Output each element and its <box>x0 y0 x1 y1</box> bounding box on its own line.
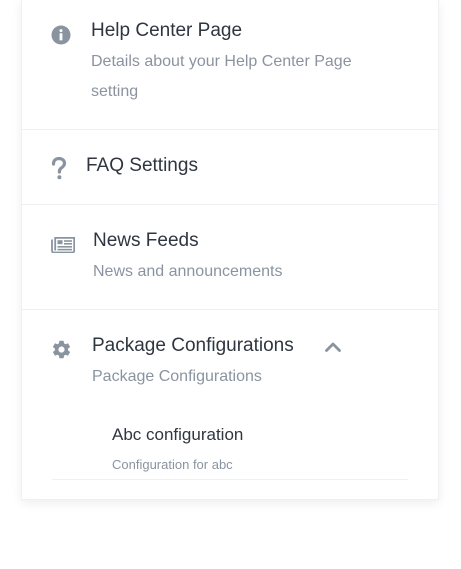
menu-item-package-configurations[interactable]: Package Configurations Package Configura… <box>22 310 438 500</box>
menu-item-description: News and announcements <box>93 263 283 280</box>
info-circle-icon <box>51 25 71 50</box>
chevron-up-icon[interactable] <box>324 340 342 358</box>
menu-item-news-feeds[interactable]: News Feeds News and announcements <box>22 205 438 309</box>
question-mark-icon <box>51 156 67 186</box>
menu-item-title: Package Configurations <box>92 335 294 356</box>
divider <box>52 479 408 480</box>
menu-item-title: News Feeds <box>93 230 199 251</box>
newspaper-icon <box>51 236 76 258</box>
menu-item-help-center-page[interactable]: Help Center Page Details about your Help… <box>22 0 438 129</box>
sub-item-abc-configuration[interactable]: Abc configuration Configuration for abc <box>52 415 408 480</box>
gear-icon <box>51 339 72 365</box>
settings-menu-panel: Help Center Page Details about your Help… <box>21 0 439 500</box>
sub-item-description: Configuration for abc <box>112 457 233 472</box>
sub-item-title: Abc configuration <box>112 425 244 444</box>
menu-item-description-continued: setting <box>91 83 139 100</box>
menu-item-title: FAQ Settings <box>86 155 198 176</box>
menu-item-title: Help Center Page <box>91 20 243 41</box>
menu-item-description: Package Configurations <box>92 368 262 385</box>
menu-item-description: Details about your Help Center Page <box>91 53 352 70</box>
menu-item-faq-settings[interactable]: FAQ Settings <box>22 130 438 204</box>
